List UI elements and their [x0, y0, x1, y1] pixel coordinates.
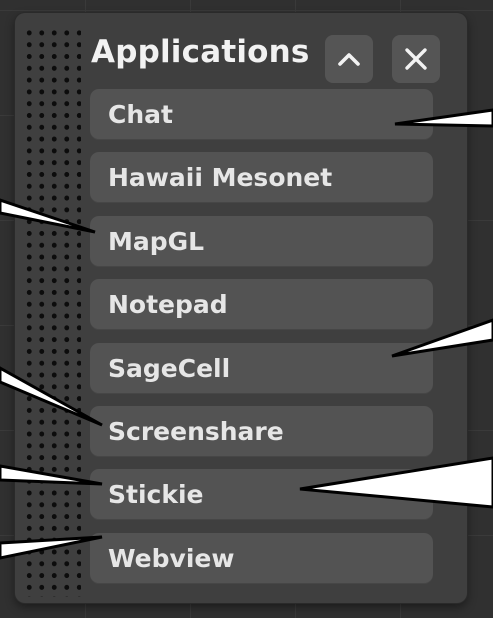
app-label: Stickie: [108, 480, 204, 510]
app-item-webview[interactable]: Webview: [90, 532, 433, 584]
close-button[interactable]: [392, 35, 440, 83]
applications-panel: Applications Chat Hawaii Mesonet MapGL N…: [15, 13, 467, 603]
app-list: Chat Hawaii Mesonet MapGL Notepad SageCe…: [90, 89, 433, 596]
panel-title: Applications: [91, 34, 310, 70]
app-label: SageCell: [108, 353, 231, 383]
app-item-stickie[interactable]: Stickie: [90, 469, 433, 521]
drag-handle[interactable]: [23, 27, 81, 597]
app-item-chat[interactable]: Chat: [90, 89, 433, 140]
app-label: Webview: [108, 543, 235, 573]
app-label: Screenshare: [108, 416, 284, 446]
app-label: Hawaii Mesonet: [108, 163, 333, 193]
chevron-up-icon: [338, 53, 360, 66]
app-item-screenshare[interactable]: Screenshare: [90, 405, 433, 457]
collapse-button[interactable]: [325, 35, 373, 83]
app-item-notepad[interactable]: Notepad: [90, 279, 433, 331]
app-item-hawaii-mesonet[interactable]: Hawaii Mesonet: [90, 152, 433, 204]
app-label: Notepad: [108, 290, 228, 320]
app-label: Chat: [108, 100, 173, 129]
app-label: MapGL: [108, 226, 205, 256]
app-item-mapgl[interactable]: MapGL: [90, 215, 433, 267]
app-item-sagecell[interactable]: SageCell: [90, 342, 433, 394]
close-icon: [405, 48, 427, 70]
